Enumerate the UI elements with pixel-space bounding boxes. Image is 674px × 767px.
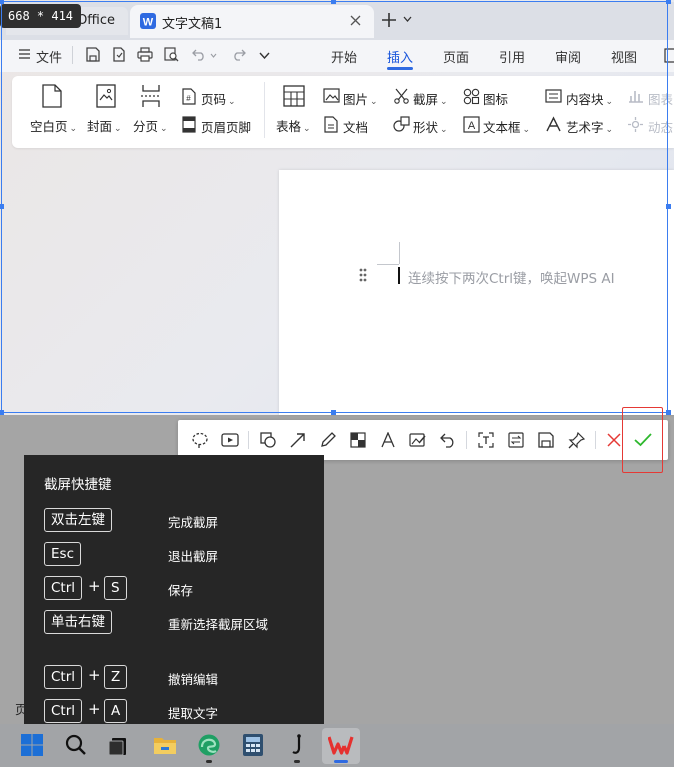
confirm-highlight-box — [622, 407, 663, 473]
shortcut-help-panel: 截屏快捷键 双击左键 完成截屏 Esc 退出截屏 Ctrl + S 保存 单击右… — [24, 455, 324, 742]
selection-handle[interactable] — [0, 0, 4, 4]
shortcut-desc: 完成截屏 — [168, 515, 219, 530]
windows-start-icon[interactable] — [18, 731, 46, 759]
key-single-right-click: 单击右键 — [44, 610, 112, 634]
selection-handle[interactable] — [666, 204, 671, 209]
key-ctrl: Ctrl — [44, 699, 83, 723]
wps-office-icon[interactable] — [327, 731, 355, 759]
selection-handle[interactable] — [0, 204, 4, 209]
extract-text-icon[interactable] — [475, 429, 497, 451]
key-plus: + — [88, 700, 101, 718]
arrow-tool-icon[interactable] — [287, 429, 309, 451]
key-plus: + — [88, 577, 101, 595]
calculator-icon[interactable] — [239, 731, 267, 759]
shape-tool-icon[interactable] — [257, 429, 279, 451]
pin-icon[interactable] — [565, 429, 587, 451]
task-view-icon[interactable] — [104, 731, 132, 759]
search-icon[interactable] — [62, 731, 90, 759]
edit-image-icon[interactable] — [407, 429, 429, 451]
selection-handle[interactable] — [331, 410, 336, 415]
shortcut-desc: 保存 — [168, 583, 194, 598]
shortcut-desc: 退出截屏 — [168, 549, 219, 564]
running-indicator — [294, 760, 300, 763]
save-screenshot-icon[interactable] — [535, 429, 557, 451]
selection-handle[interactable] — [666, 0, 671, 4]
key-s: S — [104, 576, 127, 600]
mosaic-tool-icon[interactable] — [347, 429, 369, 451]
toolbar-separator — [466, 431, 467, 449]
active-app-indicator — [334, 760, 348, 763]
key-z: Z — [104, 665, 128, 689]
key-plus: + — [88, 666, 101, 684]
lasso-icon[interactable] — [189, 429, 211, 451]
key-ctrl: Ctrl — [44, 576, 83, 600]
shortcut-panel-title: 截屏快捷键 — [44, 477, 112, 493]
selection-handle[interactable] — [666, 410, 671, 415]
file-explorer-icon[interactable] — [151, 731, 179, 759]
key-a: A — [104, 699, 128, 723]
translate-icon[interactable] — [505, 429, 527, 451]
screen-record-icon[interactable] — [219, 429, 241, 451]
undo-edit-icon[interactable] — [437, 429, 459, 451]
toolbar-separator — [595, 431, 596, 449]
text-tool-icon[interactable] — [377, 429, 399, 451]
shortcut-desc: 撤销编辑 — [168, 672, 219, 687]
shortcut-desc: 重新选择截屏区域 — [168, 617, 269, 632]
shortcut-desc: 提取文字 — [168, 706, 219, 721]
edge-browser-icon[interactable] — [195, 731, 223, 759]
key-esc: Esc — [44, 542, 81, 566]
key-double-left-click: 双击左键 — [44, 508, 112, 532]
selection-handle[interactable] — [0, 410, 4, 415]
screenshot-selection-frame[interactable] — [1, 1, 668, 413]
running-indicator — [206, 760, 212, 763]
toolbar-separator — [248, 431, 249, 449]
pen-tool-icon[interactable] — [317, 429, 339, 451]
pen-app-icon[interactable] — [283, 731, 311, 759]
selection-handle[interactable] — [331, 0, 336, 4]
key-ctrl: Ctrl — [44, 665, 83, 689]
